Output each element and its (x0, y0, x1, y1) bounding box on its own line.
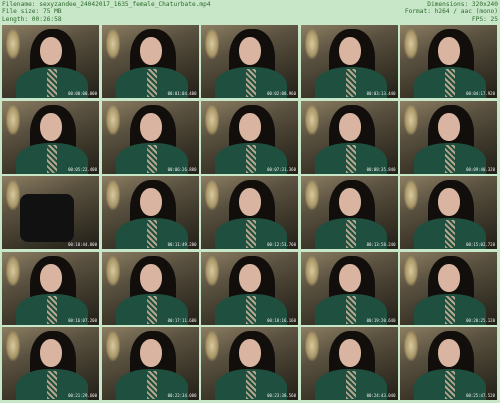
length-text: Length: 00:26:58 (2, 15, 62, 23)
thumbnail-timestamp: 00:11:49.280 (167, 242, 197, 247)
thumbnail: 00:17:11.680 (101, 251, 199, 325)
dimensions-text: Dimensions: 320x240 (427, 1, 498, 8)
thumbnail-timestamp: 00:15:02.720 (466, 242, 495, 247)
thumbnail: 00:23:38.560 (201, 327, 298, 400)
fps-text: FPS: 25 (471, 15, 498, 23)
thumbnail: 00:21:29.600 (2, 327, 99, 400)
thumbnail-timestamp: 00:02:08.960 (267, 91, 296, 96)
thumbnail: 00:20:25.120 (400, 251, 497, 325)
thumbnail: 00:00:00.000 (2, 25, 99, 98)
thumbnail: 00:02:08.960 (201, 25, 298, 98)
thumbnail-timestamp: 00:21:29.600 (68, 393, 97, 398)
thumbnail: 00:15:02.720 (400, 176, 497, 249)
thumbnail-timestamp: 00:01:04.480 (167, 91, 197, 96)
thumbnail-timestamp: 00:18:16.160 (267, 317, 296, 323)
thumbnail: 00:12:53.760 (201, 176, 298, 249)
thumbnail: 00:16:07.200 (2, 251, 99, 325)
thumbnail: 00:24:43.040 (300, 327, 398, 400)
thumbnail-timestamp: 00:08:35.840 (366, 166, 396, 172)
filename-text: Filename: sexyzandee_24042017_1635_femal… (2, 1, 211, 8)
thumbnail: 00:22:34.080 (101, 327, 199, 400)
thumbnail: 00:10:44.800 (2, 176, 99, 249)
file-info-left: Filename: sexyzandee_24042017_1635_femal… (2, 1, 211, 23)
thumbnail-timestamp: 00:10:44.800 (68, 242, 97, 247)
thumbnail-timestamp: 00:22:34.080 (167, 393, 197, 398)
thumbnail-timestamp: 00:17:11.680 (167, 317, 197, 323)
thumbnail-timestamp: 00:23:38.560 (267, 393, 296, 398)
thumbnail: 00:11:49.280 (101, 176, 199, 249)
file-info-right: Dimensions: 320x240 Format: h264 / aac (… (405, 1, 498, 23)
format-text: Format: h264 / aac (mono) (404, 8, 498, 16)
thumbnail: 00:07:31.360 (201, 100, 298, 174)
thumbnail-timestamp: 00:12:53.760 (267, 242, 296, 247)
thumbnail-timestamp: 00:00:00.000 (68, 91, 97, 96)
thumbnail-timestamp: 00:25:47.520 (466, 393, 495, 398)
thumbnail: 00:08:35.840 (300, 100, 398, 174)
thumbnail: 00:05:22.400 (2, 100, 99, 174)
thumbnail: 00:09:40.320 (400, 100, 497, 174)
thumbnail: 00:06:26.880 (101, 100, 199, 174)
thumbnail-timestamp: 00:13:58.240 (366, 242, 396, 247)
thumbnail: 00:04:17.920 (400, 25, 497, 98)
thumbnail: 00:18:16.160 (201, 251, 298, 325)
filesize-text: File size: 75 MB (2, 8, 62, 16)
thumbnail: 00:25:47.520 (400, 327, 497, 400)
chair-image (20, 194, 74, 242)
contact-sheet-header: Filename: sexyzandee_24042017_1635_femal… (0, 0, 500, 24)
thumbnail: 00:01:04.480 (101, 25, 199, 98)
thumbnail-grid: 00:00:00.000 00:01:04.480 00:02:08.960 0… (2, 25, 498, 401)
thumbnail-timestamp: 00:06:26.880 (167, 166, 197, 172)
thumbnail-timestamp: 00:24:43.040 (366, 393, 396, 398)
thumbnail: 00:13:58.240 (300, 176, 398, 249)
thumbnail-timestamp: 00:05:22.400 (68, 166, 97, 172)
thumbnail: 00:03:13.440 (300, 25, 398, 98)
thumbnail-timestamp: 00:04:17.920 (466, 91, 495, 96)
thumbnail-timestamp: 00:09:40.320 (466, 166, 495, 172)
thumbnail: 00:19:20.640 (300, 251, 398, 325)
thumbnail-timestamp: 00:20:25.120 (466, 317, 495, 323)
thumbnail-timestamp: 00:16:07.200 (68, 317, 97, 323)
thumbnail-timestamp: 00:19:20.640 (366, 317, 396, 323)
thumbnail-timestamp: 00:07:31.360 (267, 166, 296, 172)
thumbnail-timestamp: 00:03:13.440 (366, 91, 396, 96)
